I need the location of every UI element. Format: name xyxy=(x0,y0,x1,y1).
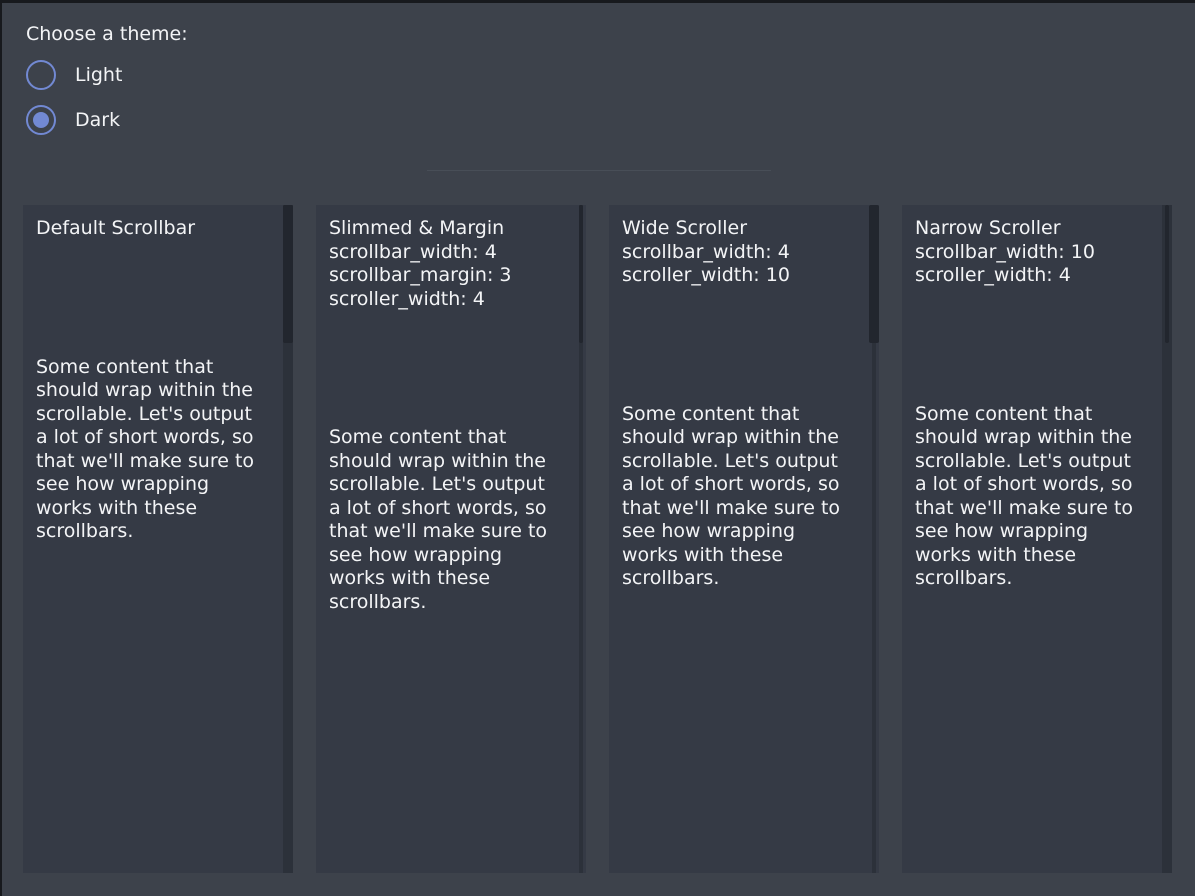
panel-config-line: scroller_width: 4 xyxy=(915,264,1147,288)
panel-config-line: scrollbar_margin: 3 xyxy=(329,264,561,288)
radio-dot xyxy=(33,112,49,128)
panel-content-text: Some content that should wrap within the… xyxy=(622,403,854,591)
scroll-panel-slimmed-margin[interactable]: Slimmed & Margin scrollbar_width: 4 scro… xyxy=(316,205,586,873)
scrollbar-thumb[interactable] xyxy=(283,205,293,343)
content-spacer xyxy=(622,288,854,403)
radio-circle-icon[interactable] xyxy=(26,60,56,90)
scrollbar-thumb[interactable] xyxy=(579,205,583,343)
panel-config-line: scroller_width: 4 xyxy=(329,288,561,312)
radio-label-light: Light xyxy=(75,60,122,90)
scrollable-content-area[interactable]: Wide Scroller scrollbar_width: 4 scrolle… xyxy=(609,205,879,591)
scrollable-content-area[interactable]: Slimmed & Margin scrollbar_width: 4 scro… xyxy=(316,205,586,614)
app-window: Choose a theme: Light Dark Default Scrol… xyxy=(0,0,1195,896)
content-spacer xyxy=(915,288,1147,403)
radio-dot xyxy=(33,67,49,83)
content-spacer xyxy=(36,241,268,356)
radio-option-light[interactable]: Light xyxy=(26,60,122,90)
radio-circle-checked-icon[interactable] xyxy=(26,105,56,135)
panel-config-line: scrollbar_width: 4 xyxy=(329,241,561,265)
content-spacer xyxy=(329,311,561,426)
panel-config-line: scrollbar_width: 4 xyxy=(622,241,854,265)
panel-content-text: Some content that should wrap within the… xyxy=(36,356,268,544)
scroll-panel-narrow-scroller[interactable]: Narrow Scroller scrollbar_width: 10 scro… xyxy=(902,205,1172,873)
scrollable-content-area[interactable]: Narrow Scroller scrollbar_width: 10 scro… xyxy=(902,205,1172,591)
panel-config-line: scroller_width: 10 xyxy=(622,264,854,288)
scroll-panel-wide-scroller[interactable]: Wide Scroller scrollbar_width: 4 scrolle… xyxy=(609,205,879,873)
panel-config-line: scrollbar_width: 10 xyxy=(915,241,1147,265)
scrollbar-thumb[interactable] xyxy=(869,205,879,343)
window-border-left xyxy=(0,0,2,896)
panel-content-text: Some content that should wrap within the… xyxy=(915,403,1147,591)
panel-title: Default Scrollbar xyxy=(36,217,268,241)
window-border-top xyxy=(0,0,1195,3)
scrollbar-demo-row: Default Scrollbar Some content that shou… xyxy=(23,205,1172,873)
section-divider xyxy=(427,170,771,171)
panel-content-text: Some content that should wrap within the… xyxy=(329,426,561,614)
panel-title: Wide Scroller xyxy=(622,217,854,241)
theme-chooser-label: Choose a theme: xyxy=(26,22,188,46)
scrollbar-thumb[interactable] xyxy=(1165,205,1169,343)
panel-title: Narrow Scroller xyxy=(915,217,1147,241)
scroll-panel-default[interactable]: Default Scrollbar Some content that shou… xyxy=(23,205,293,873)
radio-label-dark: Dark xyxy=(75,105,120,135)
scrollable-content-area[interactable]: Default Scrollbar Some content that shou… xyxy=(23,205,293,544)
panel-title: Slimmed & Margin xyxy=(329,217,561,241)
radio-option-dark[interactable]: Dark xyxy=(26,105,120,135)
